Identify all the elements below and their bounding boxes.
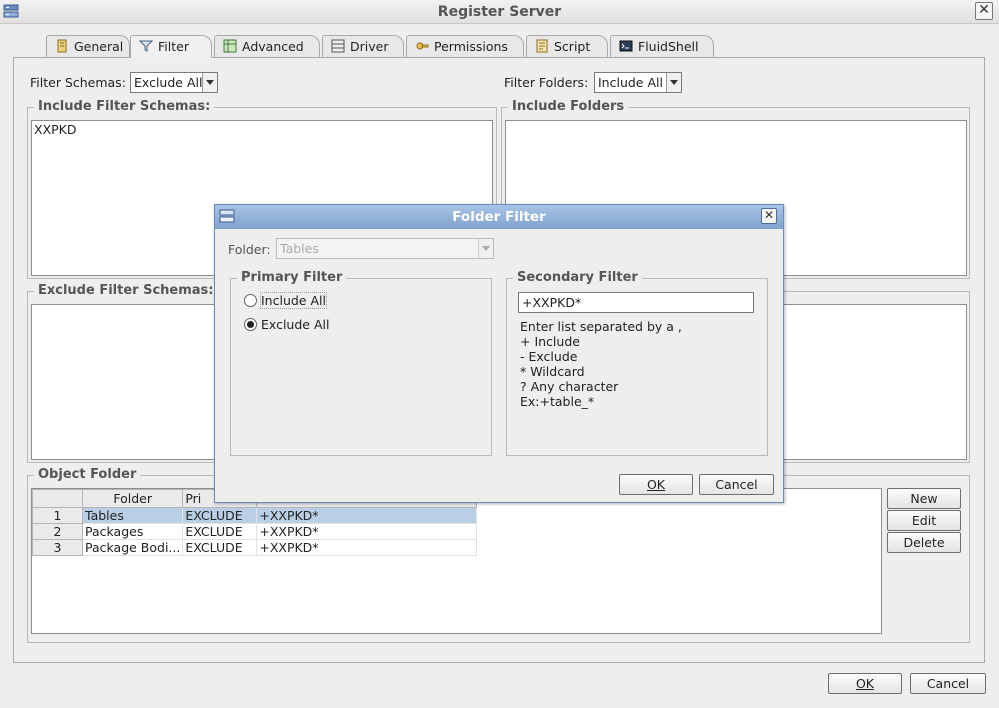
new-button[interactable]: New (887, 488, 961, 509)
table-row[interactable]: 1 Tables EXCLUDE +XXPKD* (32, 507, 478, 524)
include-all-radio[interactable] (244, 294, 257, 307)
dialog-ok-button[interactable]: OK (619, 474, 693, 495)
cancel-button[interactable]: Cancel (910, 673, 986, 694)
secondary-filter-title: Secondary Filter (513, 270, 642, 285)
dialog-cancel-button[interactable]: Cancel (699, 474, 774, 495)
driver-icon (331, 39, 345, 53)
dialog-folder-select[interactable]: Tables (276, 238, 494, 259)
script-icon (536, 39, 548, 53)
close-icon: ✕ (763, 208, 775, 222)
chevron-down-icon[interactable] (202, 73, 217, 92)
object-folder-title: Object Folder (34, 467, 141, 482)
exclude-all-radio[interactable] (244, 318, 257, 331)
include-filter-schemas-title: Include Filter Schemas: (34, 99, 215, 114)
filter-schemas-select[interactable]: Exclude All (130, 72, 218, 93)
permissions-icon (416, 42, 429, 50)
tab-advanced[interactable]: Advanced (214, 35, 320, 57)
secondary-filter-input[interactable]: +XXPKD* (518, 292, 754, 313)
dialog-title: Folder Filter (452, 209, 546, 225)
exclude-filter-schemas-title: Exclude Filter Schemas: (34, 283, 218, 298)
filter-folders-label: Filter Folders: (504, 75, 589, 90)
folder-filter-dialog: Folder Filter ✕ Folder: Tables Primary F… (214, 204, 784, 503)
tab-permissions[interactable]: Permissions (406, 35, 524, 57)
window-titlebar: Register Server ✕ (0, 0, 999, 24)
window-title: Register Server (437, 4, 562, 20)
close-icon: ✕ (978, 2, 990, 18)
window-close-button[interactable]: ✕ (975, 2, 993, 20)
secondary-filter-help: Enter list separated by a , + Include - … (520, 319, 682, 409)
filter-folders-select[interactable]: Include All (594, 72, 682, 93)
include-folders-title: Include Folders (508, 99, 629, 114)
filter-icon (139, 40, 153, 52)
chevron-down-icon[interactable] (666, 73, 681, 92)
tab-general[interactable]: General (46, 35, 130, 57)
dialog-folder-label: Folder: (228, 242, 271, 257)
exclude-all-label[interactable]: Exclude All (261, 317, 329, 332)
advanced-icon (223, 39, 237, 53)
filter-schemas-label: Filter Schemas: (30, 75, 126, 90)
delete-button[interactable]: Delete (887, 532, 961, 553)
chevron-down-icon (478, 239, 493, 258)
general-icon (57, 39, 67, 53)
include-all-label[interactable]: Include All (260, 292, 327, 309)
table-row[interactable]: 2 Packages EXCLUDE +XXPKD* (32, 523, 478, 540)
tab-script[interactable]: Script (526, 35, 608, 57)
table-row[interactable]: 3 Package Bodi... EXCLUDE +XXPKD* (32, 539, 478, 556)
column-header-num[interactable] (32, 489, 83, 508)
dialog-close-button[interactable]: ✕ (761, 208, 777, 224)
column-header-folder[interactable]: Folder (81, 489, 184, 508)
tab-filter[interactable]: Filter (130, 35, 212, 58)
fluidshell-icon (619, 40, 633, 52)
ok-button[interactable]: OK (828, 673, 902, 694)
tab-fluidshell[interactable]: FluidShell (610, 35, 714, 57)
tab-driver[interactable]: Driver (322, 35, 404, 57)
edit-button[interactable]: Edit (887, 510, 961, 531)
primary-filter-title: Primary Filter (237, 270, 347, 285)
dialog-titlebar: Folder Filter ✕ (215, 205, 783, 229)
